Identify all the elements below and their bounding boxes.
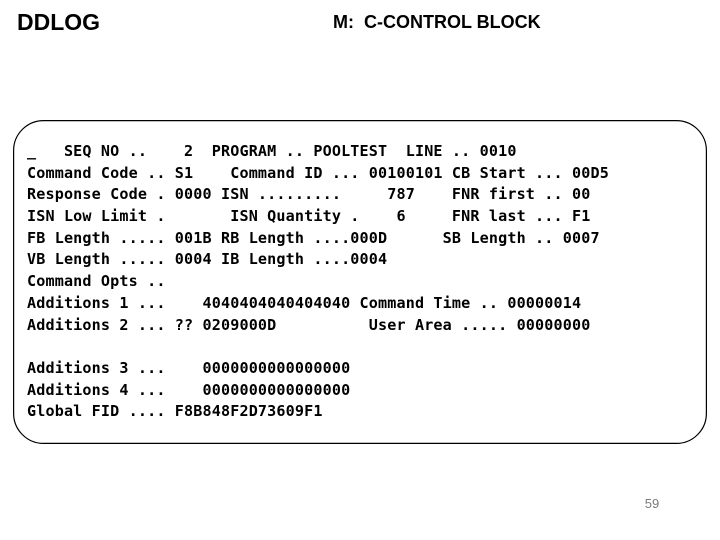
dump-line: Additions 4 ... 0000000000000000 <box>27 380 351 399</box>
dump-line: Global FID .... F8B848F2D73609F1 <box>27 402 323 421</box>
dump-line: Command Code .. S1 Command ID ... 001001… <box>27 163 609 182</box>
dump-line: Response Code . 0000 ISN ......... 787 F… <box>27 185 591 204</box>
dump-line: Command Opts .. <box>27 272 166 291</box>
dump-line: ISN Low Limit . ISN Quantity . 6 FNR las… <box>27 207 591 226</box>
control-block-dump: _ SEQ NO .. 2 PROGRAM .. POOLTEST LINE .… <box>27 141 609 423</box>
dump-line: Additions 1 ... 4040404040404040 Command… <box>27 293 582 312</box>
dump-line: Additions 3 ... 0000000000000000 <box>27 358 351 377</box>
page-title: DDLOG <box>17 9 101 35</box>
screen-subtitle: M: C-CONTROL BLOCK <box>333 12 541 32</box>
dump-line: _ SEQ NO .. 2 PROGRAM .. POOLTEST LINE .… <box>27 142 517 160</box>
dump-line: VB Length ..... 0004 IB Length ....0004 <box>27 250 388 269</box>
dump-line: FB Length ..... 001B RB Length ....000D … <box>27 228 600 247</box>
slide: DDLOG M: C-CONTROL BLOCK _ SEQ NO .. 2 P… <box>0 0 720 540</box>
dump-line: Additions 2 ... ?? 0209000D User Area ..… <box>27 315 591 334</box>
page-number: 59 <box>644 496 660 511</box>
dump-spacer-line <box>27 336 609 358</box>
